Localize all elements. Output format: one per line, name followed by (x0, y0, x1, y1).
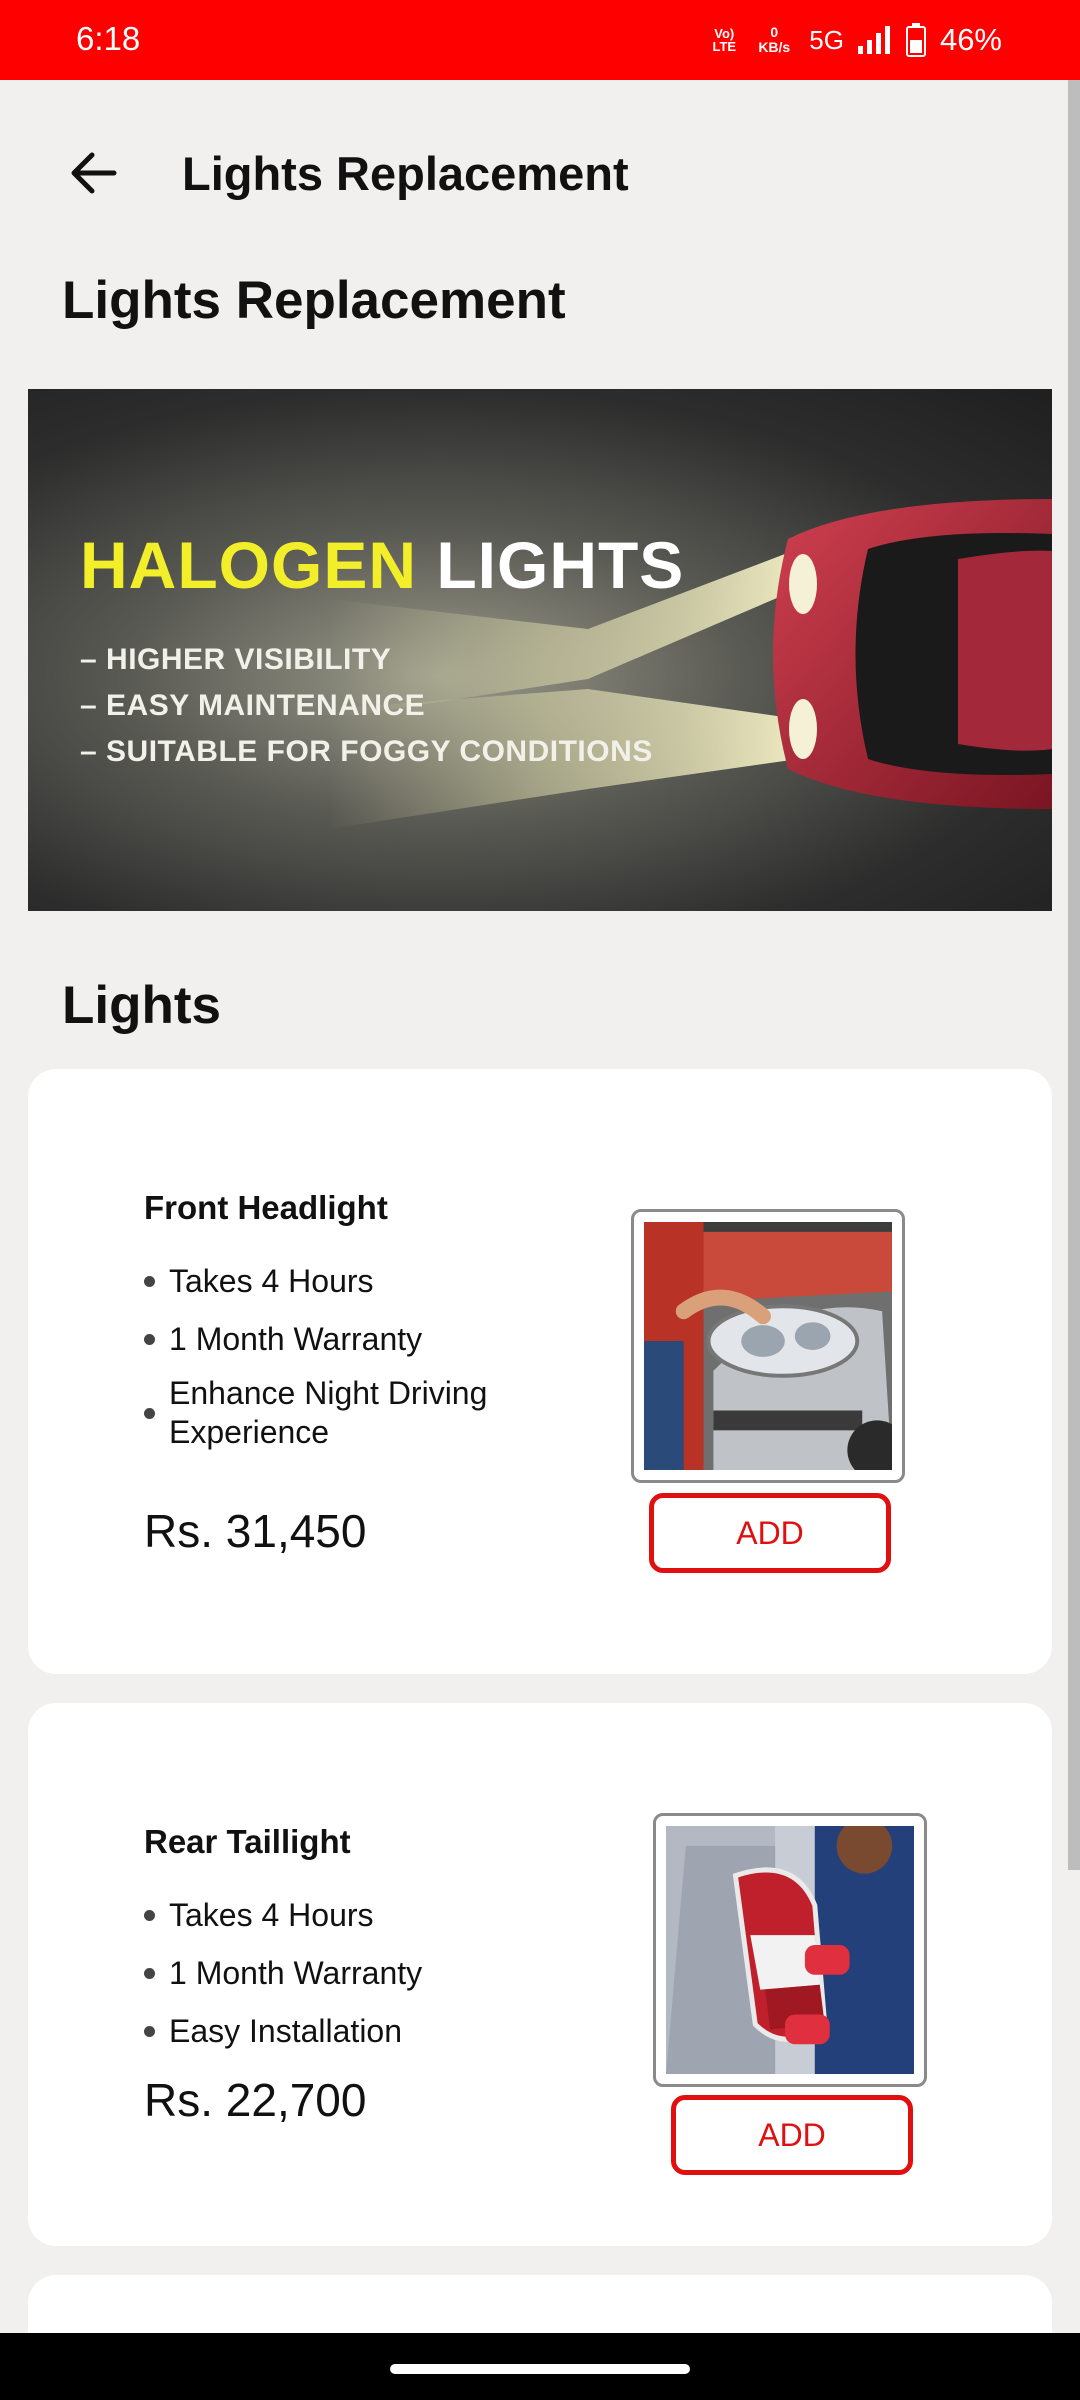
network-type: 5G (809, 24, 844, 55)
navigation-bar (0, 2333, 1080, 2400)
bullet-icon (144, 1333, 155, 1345)
app-bar-title: Lights Replacement (182, 147, 629, 200)
product-image[interactable] (631, 1209, 905, 1483)
status-time: 6:18 (76, 20, 141, 57)
arrow-left-icon[interactable] (60, 140, 126, 206)
product-card-front-headlight[interactable]: Front Headlight Takes 4 Hours 1 Month Wa… (28, 1069, 1052, 1674)
data-speed: 0 KB/s (758, 24, 791, 55)
banner-point: – HIGHER VISIBILITY (80, 643, 392, 676)
feature-list: Takes 4 Hours 1 Month Warranty Enhance N… (144, 1252, 564, 1458)
product-name: Rear Taillight (144, 1823, 351, 1860)
volte-icon: Vo) LTE (712, 26, 737, 54)
product-price: Rs. 31,450 (144, 1505, 367, 1557)
feature-item: Enhance Night Driving Experience (144, 1368, 564, 1458)
signal-icon (857, 26, 890, 54)
battery-percent: 46% (939, 22, 1002, 57)
bullet-icon (144, 2025, 155, 2037)
promo-banner[interactable]: HALOGEN LIGHTS – HIGHER VISIBILITY – EAS… (28, 389, 1052, 911)
banner-point: – EASY MAINTENANCE (80, 689, 426, 722)
feature-item: Takes 4 Hours (144, 1886, 564, 1944)
feature-item: Easy Installation (144, 2002, 564, 2060)
home-gesture-handle[interactable] (390, 2364, 690, 2374)
feature-item: 1 Month Warranty (144, 1310, 564, 1368)
status-icons: Vo) LTE 0 KB/s 5G 46% (709, 18, 1002, 62)
product-image[interactable] (653, 1813, 927, 2087)
bullet-icon (144, 1909, 155, 1921)
feature-item: 1 Month Warranty (144, 1944, 564, 2002)
bullet-icon (144, 1275, 155, 1287)
app-bar: Lights Replacement (0, 80, 1080, 265)
product-card-rear-taillight[interactable]: Rear Taillight Takes 4 Hours 1 Month War… (28, 1703, 1052, 2246)
battery-icon (905, 23, 926, 57)
feature-list: Takes 4 Hours 1 Month Warranty Easy Inst… (144, 1886, 564, 2060)
banner-point: – SUITABLE FOR FOGGY CONDITIONS (80, 735, 653, 768)
banner-headline-rest: LIGHTS (436, 528, 685, 602)
feature-item: Takes 4 Hours (144, 1252, 564, 1310)
status-bar: 6:18 Vo) LTE 0 KB/s 5G 46% (0, 0, 1080, 80)
banner-points: – HIGHER VISIBILITY – EASY MAINTENANCE –… (80, 637, 653, 775)
product-price: Rs. 22,700 (144, 2074, 367, 2126)
banner-headline: HALOGEN LIGHTS (80, 527, 684, 603)
section-title-lights: Lights (62, 976, 221, 1035)
bullet-icon (144, 1407, 155, 1419)
add-button[interactable]: ADD (649, 1493, 891, 1573)
product-name: Front Headlight (144, 1189, 388, 1226)
bullet-icon (144, 1967, 155, 1979)
headlight-photo-icon (644, 1222, 892, 1470)
banner-headline-highlight: HALOGEN (80, 528, 417, 602)
taillight-photo-icon (666, 1826, 914, 2074)
page-title: Lights Replacement (62, 271, 566, 330)
scrollbar[interactable] (1068, 80, 1080, 1870)
add-button[interactable]: ADD (671, 2095, 913, 2175)
